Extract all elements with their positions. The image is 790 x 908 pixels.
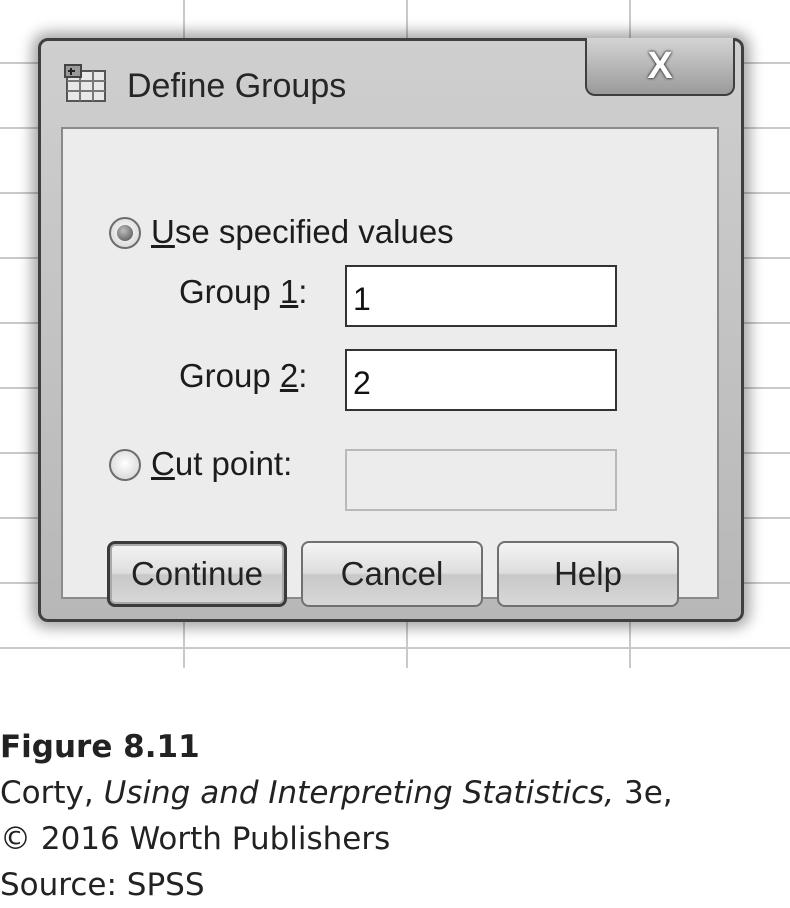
help-button[interactable]: Help [497, 541, 679, 607]
cut-point-input[interactable] [345, 449, 617, 511]
define-groups-dialog: Define Groups X Use specified values Gro… [38, 38, 744, 622]
spss-data-icon [64, 64, 106, 102]
group-2-label: Group 2: [179, 357, 308, 394]
use-specified-values-label[interactable]: Use specified values [151, 213, 454, 251]
cut-point-label[interactable]: Cut point: [151, 445, 292, 483]
dialog-body: Use specified values Group 1: 1 Group 2:… [61, 127, 719, 607]
cancel-button[interactable]: Cancel [301, 541, 483, 607]
group-1-label: Group 1: [179, 273, 308, 310]
close-icon[interactable]: X [585, 38, 735, 96]
title-bar[interactable]: Define Groups X [41, 38, 741, 127]
figure-copyright: © 2016 Worth Publishers [0, 821, 391, 857]
cut-point-radio[interactable] [109, 449, 141, 481]
figure-caption: Figure 8.11 Corty, Using and Interpretin… [0, 724, 790, 908]
continue-button[interactable]: Continue [107, 541, 287, 607]
group-1-input[interactable]: 1 [345, 265, 617, 327]
figure-source: Source: SPSS [0, 867, 205, 903]
figure-citation: Corty, Using and Interpreting Statistics… [0, 775, 673, 811]
use-specified-values-radio[interactable] [109, 217, 141, 249]
figure-number: Figure 8.11 [0, 729, 200, 765]
dialog-title: Define Groups [127, 67, 347, 105]
group-2-input[interactable]: 2 [345, 349, 617, 411]
